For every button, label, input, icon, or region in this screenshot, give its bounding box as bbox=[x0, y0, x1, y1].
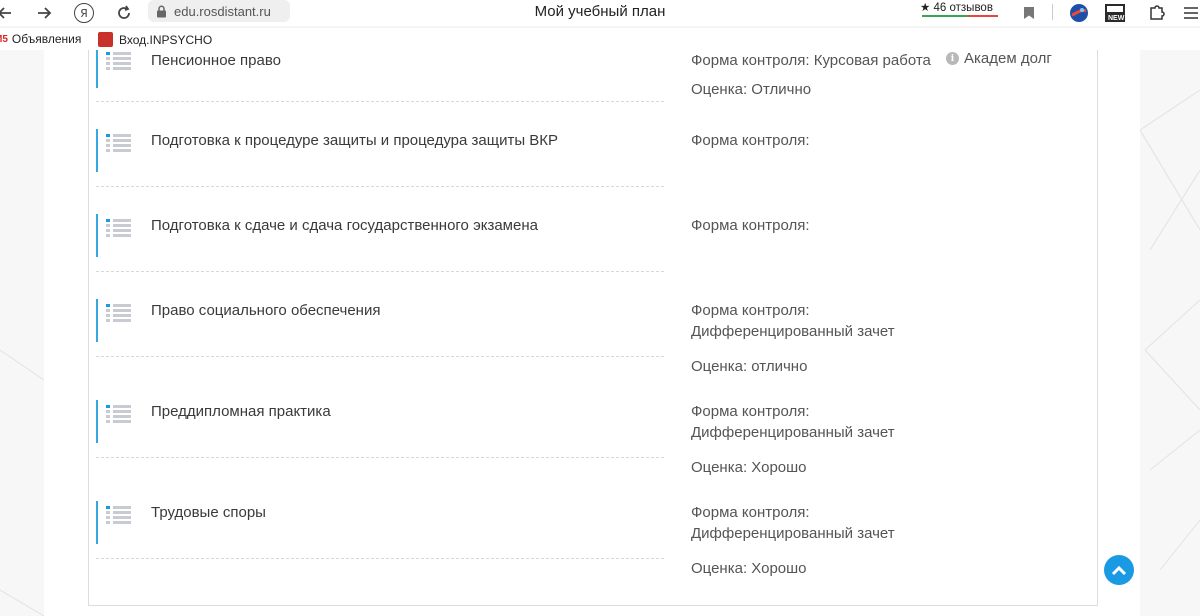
extensions-puzzle-icon[interactable] bbox=[1146, 2, 1168, 24]
bookmark-ads[interactable]: M5 Объявления bbox=[0, 32, 81, 46]
bookmark-label: Объявления bbox=[11, 32, 82, 46]
subject-title: Право социального обеспечения bbox=[151, 302, 381, 319]
globe-extension-icon[interactable] bbox=[1068, 2, 1090, 24]
subject-title: Пенсионное право bbox=[151, 52, 281, 69]
row-divider bbox=[96, 186, 664, 187]
row-divider bbox=[96, 101, 664, 102]
svg-text:NEW: NEW bbox=[1108, 15, 1125, 22]
control-form: Форма контроля: Дифференцированный зачет bbox=[691, 302, 895, 340]
control-form: Форма контроля: Дифференцированный зачет bbox=[691, 403, 895, 441]
status-badge: i Академ долг bbox=[946, 50, 1052, 67]
grade: Оценка: Отлично bbox=[691, 81, 812, 98]
list-icon bbox=[106, 504, 132, 524]
page-content: Пенсионное право Форма контроля: Курсова… bbox=[0, 50, 1200, 616]
scroll-to-top-button[interactable] bbox=[1104, 555, 1134, 585]
row-accent-bar bbox=[96, 501, 98, 544]
list-icon bbox=[106, 50, 132, 70]
bookmarks-bar: M5 Объявления Вход.INPSYCHO bbox=[0, 28, 1200, 50]
control-form: Форма контроля: bbox=[691, 217, 810, 234]
row-divider bbox=[96, 356, 664, 357]
subject-title: Подготовка к процедуре защиты и процедур… bbox=[151, 132, 559, 149]
row-accent-bar bbox=[96, 400, 98, 443]
info-icon: i bbox=[946, 52, 959, 65]
subject-title: Трудовые споры bbox=[151, 504, 266, 521]
status-text: Академ долг bbox=[964, 50, 1052, 67]
subject-title: Преддипломная практика bbox=[151, 403, 331, 420]
inpsycho-icon bbox=[98, 32, 113, 47]
reviews-badge[interactable]: ★ 46 отзывов bbox=[920, 0, 1000, 22]
star-icon: ★ bbox=[920, 2, 931, 14]
grade: Оценка: отлично bbox=[691, 358, 808, 375]
list-icon bbox=[106, 403, 132, 423]
news-extension-icon[interactable]: NEW bbox=[1104, 2, 1126, 24]
row-divider bbox=[96, 457, 664, 458]
row-divider bbox=[96, 558, 664, 559]
reviews-rating-bar bbox=[922, 15, 998, 17]
row-accent-bar bbox=[96, 129, 98, 172]
row-accent-bar bbox=[96, 214, 98, 257]
grade: Оценка: Хорошо bbox=[691, 560, 807, 577]
bookmark-icon[interactable] bbox=[1018, 2, 1040, 24]
control-form: Форма контроля: Дифференцированный зачет bbox=[691, 504, 895, 542]
row-accent-bar bbox=[96, 299, 98, 342]
bookmark-inpsycho[interactable]: Вход.INPSYCHO bbox=[98, 32, 212, 47]
browser-toolbar: Я edu.rosdistant.ru Мой учебный план ★ 4… bbox=[0, 0, 1200, 26]
grade: Оценка: Хорошо bbox=[691, 459, 807, 476]
bookmark-label: Вход.INPSYCHO bbox=[119, 32, 213, 47]
menu-icon[interactable] bbox=[1180, 2, 1200, 24]
toolbar-separator bbox=[1052, 4, 1053, 20]
row-divider bbox=[96, 271, 664, 272]
control-form: Форма контроля: Курсовая работа bbox=[691, 52, 931, 69]
reviews-count: 46 отзывов bbox=[933, 2, 993, 14]
chevron-up-icon bbox=[1111, 565, 1127, 576]
row-accent-bar bbox=[96, 50, 98, 88]
ads-icon: M5 bbox=[0, 33, 8, 45]
subject-title: Подготовка к сдаче и сдача государственн… bbox=[151, 217, 538, 234]
list-icon bbox=[106, 132, 132, 152]
list-icon bbox=[106, 217, 132, 237]
list-icon bbox=[106, 302, 132, 322]
control-form: Форма контроля: bbox=[691, 132, 810, 149]
